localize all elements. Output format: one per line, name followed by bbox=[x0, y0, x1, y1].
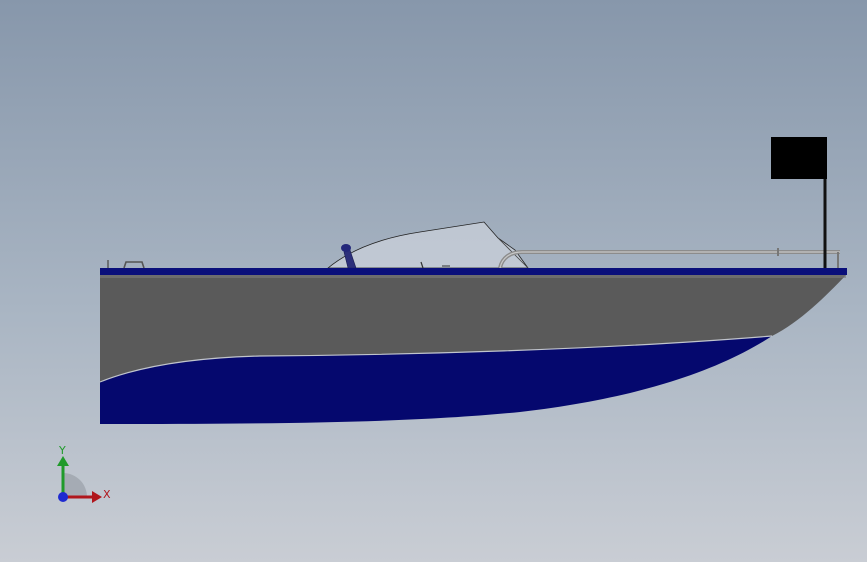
deck-trim bbox=[100, 268, 847, 275]
x-axis-arrowhead bbox=[92, 491, 102, 503]
triad-plane-quadrant bbox=[63, 473, 87, 497]
y-axis-label: Y bbox=[58, 444, 66, 457]
helm-wheel bbox=[341, 244, 351, 252]
bow-handle bbox=[123, 261, 145, 269]
boat-model[interactable] bbox=[0, 0, 867, 562]
stern-rail-highlight bbox=[499, 251, 840, 269]
graphics-viewport[interactable]: Y X bbox=[0, 0, 867, 562]
flag bbox=[771, 137, 827, 179]
y-axis-arrowhead bbox=[57, 456, 69, 466]
stern-rail bbox=[498, 250, 840, 269]
z-axis-dot bbox=[58, 492, 68, 502]
windshield bbox=[326, 221, 529, 269]
coordinate-triad[interactable]: Y X bbox=[40, 440, 120, 510]
x-axis-label: X bbox=[103, 488, 111, 501]
hull-side-highlight bbox=[100, 275, 846, 278]
